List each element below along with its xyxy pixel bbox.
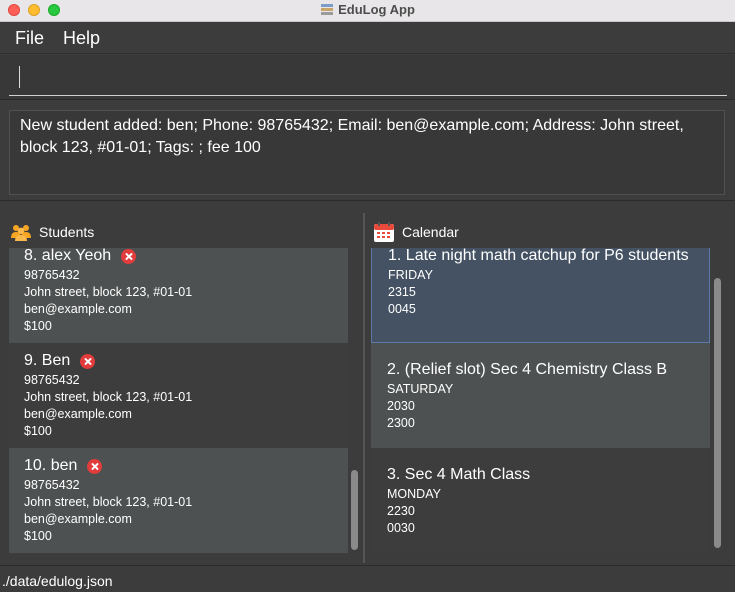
command-input[interactable] <box>9 60 727 96</box>
calendar-event-title: 3. Sec 4 Math Class <box>387 466 531 483</box>
text-cursor <box>19 66 20 88</box>
student-address: John street, block 123, #01-01 <box>24 495 193 509</box>
student-name-row: 8. alex Yeoh <box>24 248 137 265</box>
students-scroll-thumb[interactable] <box>351 470 358 550</box>
student-email: ben@example.com <box>24 407 132 421</box>
student-fee: $100 <box>24 529 52 543</box>
calendar-event-start: 2315 <box>388 285 416 299</box>
calendar-icon <box>374 222 394 242</box>
students-panel-header: Students <box>10 220 94 244</box>
calendar-event-end: 0045 <box>388 302 416 316</box>
student-card[interactable]: 9. Ben 98765432 John street, block 123, … <box>9 343 348 448</box>
student-address: John street, block 123, #01-01 <box>24 285 193 299</box>
app-icon <box>321 4 334 15</box>
delete-icon[interactable] <box>80 353 96 369</box>
student-card[interactable]: 8. alex Yeoh 98765432 John street, block… <box>9 248 348 343</box>
command-box <box>0 55 735 100</box>
student-email: ben@example.com <box>24 512 132 526</box>
student-phone: 98765432 <box>24 478 80 492</box>
calendar-card[interactable]: 1. Late night math catchup for P6 studen… <box>371 248 710 343</box>
title-bar: EduLog App <box>0 0 735 22</box>
student-phone: 98765432 <box>24 268 80 282</box>
students-list[interactable]: 8. alex Yeoh 98765432 John street, block… <box>9 248 348 553</box>
calendar-header-label: Calendar <box>402 224 459 240</box>
calendar-event-title: 2. (Relief slot) Sec 4 Chemistry Class B <box>387 361 668 378</box>
student-name-row: 9. Ben <box>24 352 96 370</box>
calendar-event-end: 0030 <box>387 521 415 535</box>
student-fee: $100 <box>24 424 52 438</box>
calendar-event-start: 2230 <box>387 504 415 518</box>
window-title: EduLog App <box>0 2 735 18</box>
split-pane-divider[interactable] <box>363 213 365 563</box>
window-title-text: EduLog App <box>338 2 415 17</box>
calendar-panel-header: Calendar <box>373 220 459 244</box>
student-phone: 98765432 <box>24 373 80 387</box>
delete-icon[interactable] <box>87 458 103 474</box>
students-icon <box>11 225 31 241</box>
calendar-event-title: 1. Late night math catchup for P6 studen… <box>388 248 689 264</box>
student-name: 8. alex Yeoh <box>24 248 112 264</box>
menu-help[interactable]: Help <box>63 28 100 49</box>
student-card[interactable]: 10. ben 98765432 John street, block 123,… <box>9 448 348 553</box>
calendar-scrollbar[interactable] <box>712 248 722 553</box>
calendar-event-start: 2030 <box>387 399 415 413</box>
calendar-card[interactable]: 2. (Relief slot) Sec 4 Chemistry Class B… <box>371 343 710 448</box>
students-header-label: Students <box>39 224 95 240</box>
calendar-card[interactable]: 3. Sec 4 Math Class MONDAY 2230 0030 <box>371 448 710 553</box>
status-bar: ./data/edulog.json <box>0 565 735 592</box>
calendar-event-day: MONDAY <box>387 487 441 501</box>
data-file-path: ./data/edulog.json <box>2 573 113 589</box>
result-display-area: New student added: ben; Phone: 98765432;… <box>0 101 735 201</box>
calendar-scroll-thumb[interactable] <box>714 278 721 548</box>
menu-file[interactable]: File <box>15 28 44 49</box>
student-name: 9. Ben <box>24 352 71 369</box>
student-email: ben@example.com <box>24 302 132 316</box>
delete-icon[interactable] <box>121 248 137 264</box>
calendar-list[interactable]: 1. Late night math catchup for P6 studen… <box>371 248 710 553</box>
student-name: 10. ben <box>24 457 78 474</box>
calendar-event-day: SATURDAY <box>387 382 454 396</box>
menu-bar: File Help <box>0 22 735 54</box>
calendar-event-day: FRIDAY <box>388 268 433 282</box>
student-address: John street, block 123, #01-01 <box>24 390 193 404</box>
student-fee: $100 <box>24 319 52 333</box>
calendar-event-end: 2300 <box>387 416 415 430</box>
student-name-row: 10. ben <box>24 457 103 475</box>
students-scrollbar[interactable] <box>349 248 359 553</box>
result-display: New student added: ben; Phone: 98765432;… <box>9 110 725 195</box>
